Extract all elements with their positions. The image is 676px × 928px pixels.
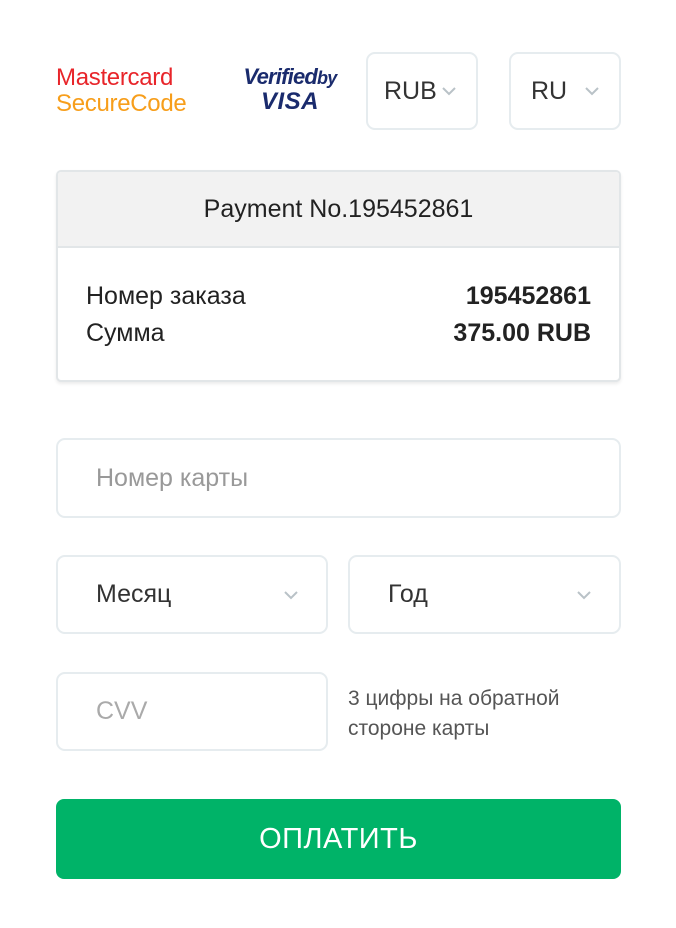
by-word: by [317,68,337,88]
order-number-label: Номер заказа [86,282,246,310]
amount-value: 375.00 RUB [453,319,591,347]
cvv-input[interactable]: CVV [56,672,328,751]
order-number-row: Номер заказа 195452861 [86,282,591,311]
visa-logo-text: VISA [260,88,319,115]
order-number-value: 195452861 [465,282,591,310]
mastercard-securecode-logo: Mastercard SecureCode [56,66,206,118]
pay-button[interactable]: ОПЛАТИТЬ [56,799,621,879]
expiry-month-select[interactable]: Месяц [56,555,328,634]
expiry-month-label: Месяц [96,580,172,608]
chevron-down-icon [585,87,599,96]
payment-info-card: Payment No.195452861 Номер заказа 195452… [56,170,621,382]
language-select-value: RU [531,76,568,105]
chevron-down-icon [577,590,591,599]
amount-label: Сумма [86,319,165,347]
securecode-logo-text: SecureCode [56,90,187,117]
payment-number-header: Payment No.195452861 [58,172,619,248]
chevron-down-icon [284,590,298,599]
mastercard-logo-text: Mastercard [56,64,174,91]
currency-select-value: RUB [384,76,437,105]
cvv-hint-line1: 3 цифры на обратной [348,687,560,710]
verified-word: Verified [243,64,318,89]
expiry-year-label: Год [388,580,428,608]
amount-row: Сумма 375.00 RUB [86,319,591,348]
verified-by-text: Verifiedby [230,66,350,88]
cvv-hint-line2: стороне карты [348,717,490,740]
card-number-placeholder: Номер карты [96,463,249,492]
expiry-year-select[interactable]: Год [348,555,621,634]
verified-by-visa-logo: Verifiedby VISA [230,66,350,118]
cvv-placeholder: CVV [96,697,148,725]
cvv-hint: 3 цифры на обратной стороне карты [348,684,618,744]
chevron-down-icon [442,87,456,96]
language-select[interactable]: RU [509,52,621,130]
currency-select[interactable]: RUB [366,52,478,130]
card-number-input[interactable]: Номер карты [56,438,621,518]
